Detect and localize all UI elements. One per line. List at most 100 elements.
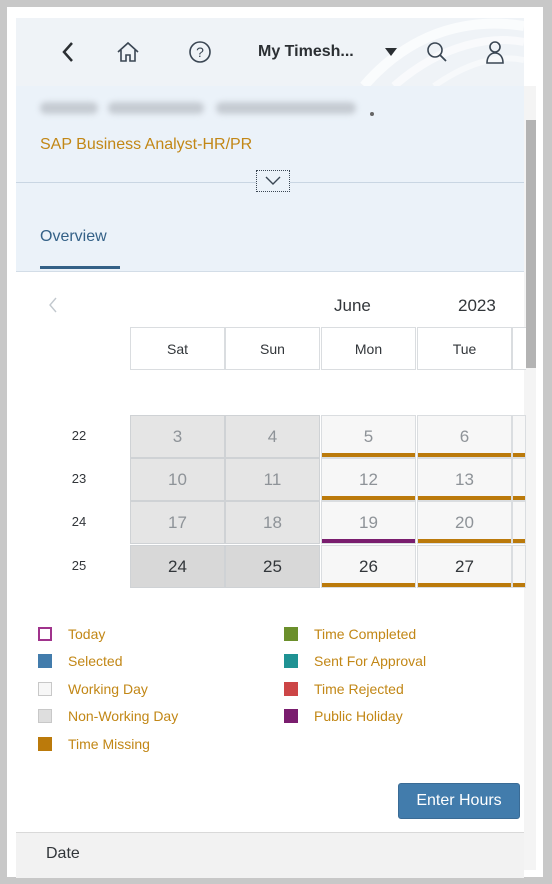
calendar-day[interactable]: 27 bbox=[417, 545, 512, 588]
object-header: SAP Business Analyst-HR/PR Overview bbox=[16, 86, 524, 272]
day-status-bar bbox=[322, 583, 415, 587]
day-header-partial bbox=[512, 327, 526, 370]
calendar-day[interactable]: 11 bbox=[225, 458, 320, 501]
week-number: 22 bbox=[71, 428, 87, 443]
app-title[interactable]: My Timesh... bbox=[258, 18, 354, 86]
calendar-day-partial[interactable] bbox=[512, 458, 526, 501]
day-header: Sat bbox=[130, 327, 225, 370]
legend-swatch bbox=[38, 627, 52, 641]
legend-swatch bbox=[284, 654, 298, 668]
calendar-day[interactable]: 20 bbox=[417, 501, 512, 544]
calendar-day[interactable]: 3 bbox=[130, 415, 225, 458]
legend-label: Today bbox=[68, 626, 106, 642]
user-button[interactable] bbox=[478, 18, 512, 86]
back-button[interactable] bbox=[52, 18, 84, 86]
legend-swatch bbox=[284, 627, 298, 641]
legend-item: Selected bbox=[38, 653, 122, 669]
back-icon bbox=[62, 42, 73, 62]
redacted-name bbox=[370, 112, 374, 116]
legend-swatch bbox=[38, 737, 52, 751]
legend-item: Sent For Approval bbox=[284, 653, 426, 669]
calendar-day-label: 5 bbox=[363, 426, 374, 446]
calendar-day[interactable]: 6 bbox=[417, 415, 512, 458]
legend-label: Time Completed bbox=[314, 626, 417, 642]
legend-item: Today bbox=[38, 626, 105, 642]
home-button[interactable] bbox=[108, 18, 148, 86]
week-number: 25 bbox=[71, 558, 87, 573]
calendar-day[interactable]: 12 bbox=[321, 458, 416, 501]
legend-item: Time Completed bbox=[284, 626, 416, 642]
tab-bar-divider bbox=[16, 271, 524, 272]
home-icon bbox=[117, 41, 139, 62]
calendar-day-label: 6 bbox=[459, 426, 470, 446]
redacted-name bbox=[108, 102, 204, 114]
calendar-day[interactable]: 26 bbox=[321, 545, 416, 588]
calendar-day-partial[interactable] bbox=[512, 415, 526, 458]
tab-overview-indicator bbox=[40, 266, 120, 269]
legend-label: Working Day bbox=[68, 681, 148, 697]
day-status-bar bbox=[418, 583, 511, 587]
day-header: Mon bbox=[321, 327, 416, 370]
calendar-day-label: 18 bbox=[263, 512, 282, 532]
calendar-day-label: 13 bbox=[455, 469, 474, 489]
calendar-month[interactable]: June bbox=[334, 296, 371, 316]
day-status-bar bbox=[513, 453, 525, 457]
redacted-name bbox=[40, 102, 98, 114]
calendar-day-label: 3 bbox=[172, 426, 183, 446]
legend-swatch bbox=[38, 709, 52, 723]
day-status-bar bbox=[418, 496, 511, 500]
tab-overview[interactable]: Overview bbox=[40, 228, 107, 246]
legend-label: Public Holiday bbox=[314, 708, 403, 724]
scrollbar-thumb[interactable] bbox=[526, 120, 536, 368]
calendar-day[interactable]: 24 bbox=[130, 545, 225, 588]
legend-swatch bbox=[38, 682, 52, 696]
day-status-bar bbox=[418, 539, 511, 543]
date-section: Date bbox=[16, 832, 524, 878]
legend-item: Time Missing bbox=[38, 736, 150, 752]
calendar-day-label: 27 bbox=[455, 556, 474, 576]
legend-item: Non-Working Day bbox=[38, 708, 178, 724]
calendar-day-label: 25 bbox=[263, 556, 282, 576]
redacted-name bbox=[216, 102, 356, 114]
date-label: Date bbox=[46, 845, 80, 862]
calendar-day-label: 20 bbox=[455, 512, 474, 532]
day-status-bar bbox=[513, 583, 525, 587]
day-header: Tue bbox=[417, 327, 512, 370]
calendar-day[interactable]: 4 bbox=[225, 415, 320, 458]
app-title-dropdown[interactable] bbox=[384, 18, 398, 86]
calendar-day-label: 26 bbox=[359, 556, 378, 576]
legend-item: Working Day bbox=[38, 681, 148, 697]
day-status-bar bbox=[322, 539, 415, 543]
calendar-day[interactable]: 17 bbox=[130, 501, 225, 544]
caret-down-icon bbox=[385, 48, 397, 56]
calendar-day[interactable]: 10 bbox=[130, 458, 225, 501]
svg-text:?: ? bbox=[196, 44, 204, 60]
legend-label: Sent For Approval bbox=[314, 653, 427, 669]
calendar-day-partial[interactable] bbox=[512, 545, 526, 588]
calendar-day[interactable]: 5 bbox=[321, 415, 416, 458]
calendar-day-label: 12 bbox=[359, 469, 378, 489]
header-collapse-button[interactable] bbox=[256, 170, 290, 192]
calendar-day[interactable]: 25 bbox=[225, 545, 320, 588]
calendar-day-label: 24 bbox=[168, 556, 187, 576]
calendar-year[interactable]: 2023 bbox=[458, 296, 496, 316]
user-icon bbox=[486, 41, 504, 64]
calendar-day[interactable]: 18 bbox=[225, 501, 320, 544]
day-status-bar bbox=[322, 453, 415, 457]
enter-hours-button[interactable]: Enter Hours bbox=[398, 783, 520, 819]
search-icon bbox=[427, 42, 447, 62]
previous-month-button[interactable] bbox=[48, 296, 58, 319]
help-icon: ? bbox=[189, 41, 211, 63]
calendar-day[interactable]: 13 bbox=[417, 458, 512, 501]
calendar-day-partial[interactable] bbox=[512, 501, 526, 544]
employee-position: SAP Business Analyst-HR/PR bbox=[40, 136, 253, 153]
calendar-day-label: 11 bbox=[263, 469, 282, 489]
legend-swatch bbox=[38, 654, 52, 668]
help-button[interactable]: ? bbox=[180, 18, 220, 86]
legend-label: Time Rejected bbox=[314, 681, 404, 697]
legend-label: Selected bbox=[68, 653, 123, 669]
search-button[interactable] bbox=[420, 18, 454, 86]
week-number: 23 bbox=[71, 471, 87, 486]
chevron-left-icon bbox=[49, 297, 57, 313]
calendar-day[interactable]: 19 bbox=[321, 501, 416, 544]
